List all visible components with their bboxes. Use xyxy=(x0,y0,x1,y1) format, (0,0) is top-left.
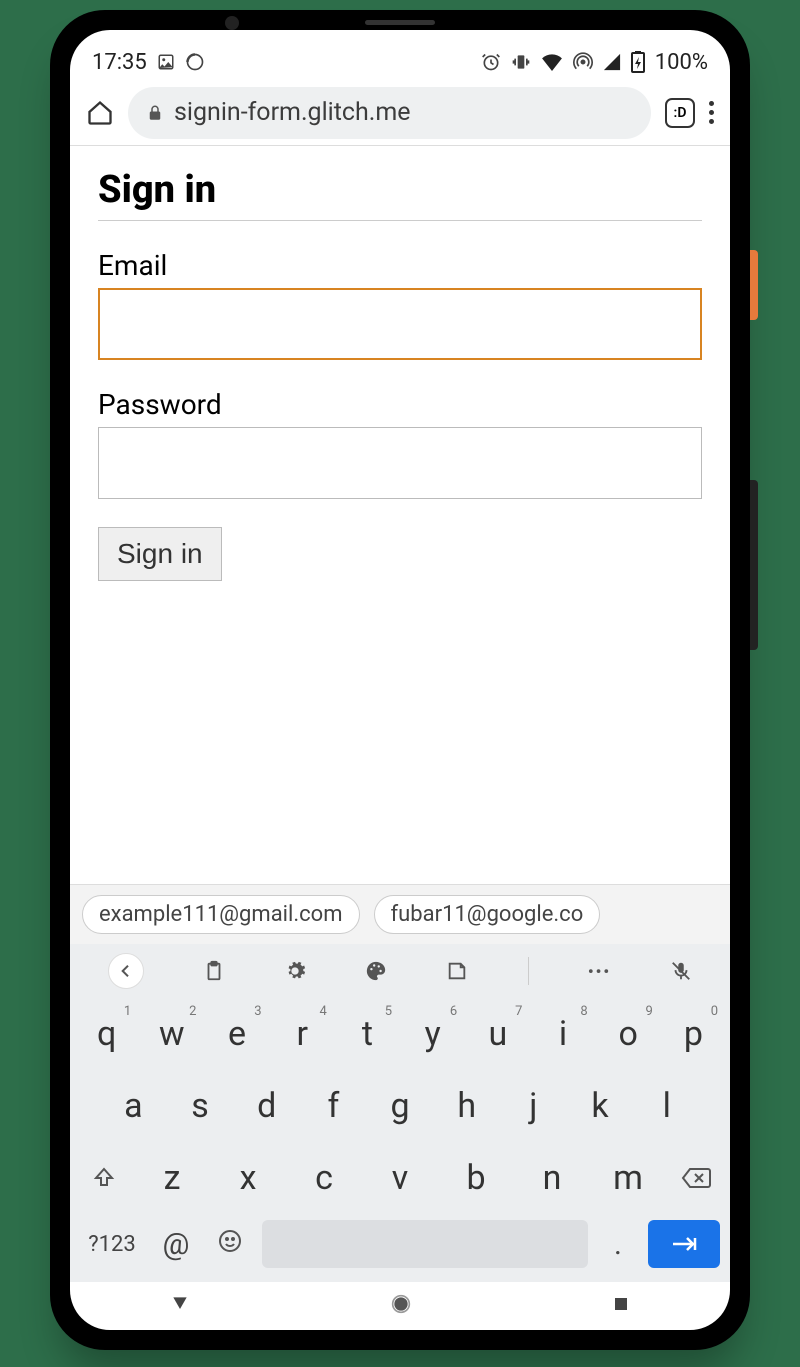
keyboard-toolbar: ••• xyxy=(70,944,730,998)
email-label: Email xyxy=(98,249,702,282)
kb-back-icon[interactable] xyxy=(108,953,144,989)
password-field[interactable] xyxy=(98,427,702,499)
url-bar[interactable]: signin-form.glitch.me xyxy=(128,87,651,139)
key-v[interactable]: v xyxy=(362,1146,438,1210)
suggestion-chip[interactable]: example111@gmail.com xyxy=(82,895,360,934)
soft-keyboard: ••• q1w2e3r4t5y6u7i8o9p0 asdfghjkl zxcvb… xyxy=(70,944,730,1282)
keyboard-row: asdfghjkl xyxy=(70,1070,730,1142)
battery-icon xyxy=(631,51,645,73)
backspace-key[interactable] xyxy=(666,1152,726,1204)
vibrate-icon xyxy=(511,52,531,72)
system-nav-bar xyxy=(70,1282,730,1330)
signin-button[interactable]: Sign in xyxy=(98,527,222,581)
key-a[interactable]: a xyxy=(100,1074,167,1138)
key-z[interactable]: z xyxy=(134,1146,210,1210)
at-key[interactable]: @ xyxy=(154,1227,198,1262)
lock-icon xyxy=(146,103,164,123)
password-label: Password xyxy=(98,388,702,421)
key-q[interactable]: q1 xyxy=(74,1002,139,1066)
key-e[interactable]: e3 xyxy=(204,1002,269,1066)
symbols-key[interactable]: ?123 xyxy=(80,1232,144,1257)
status-bar: 17:35 xyxy=(70,30,730,80)
home-icon[interactable] xyxy=(86,99,114,127)
clipboard-icon[interactable] xyxy=(203,960,225,982)
key-c[interactable]: c xyxy=(286,1146,362,1210)
alarm-icon xyxy=(481,52,501,72)
status-time: 17:35 xyxy=(92,50,147,75)
nav-recents-icon[interactable] xyxy=(612,1295,630,1317)
key-o[interactable]: o9 xyxy=(596,1002,661,1066)
page-content: Sign in Email Password Sign in xyxy=(70,146,730,884)
keyboard-row: zxcvbnm xyxy=(70,1142,730,1214)
enter-key[interactable] xyxy=(648,1220,720,1268)
key-m[interactable]: m xyxy=(590,1146,666,1210)
autofill-suggestions: example111@gmail.com fubar11@google.co xyxy=(70,884,730,944)
image-icon xyxy=(157,53,175,71)
key-d[interactable]: d xyxy=(233,1074,300,1138)
key-k[interactable]: k xyxy=(567,1074,634,1138)
wifi-icon xyxy=(541,53,563,71)
key-p[interactable]: p0 xyxy=(661,1002,726,1066)
gear-icon[interactable] xyxy=(284,960,306,982)
key-b[interactable]: b xyxy=(438,1146,514,1210)
menu-icon[interactable] xyxy=(709,101,714,124)
palette-icon[interactable] xyxy=(365,960,387,982)
period-key[interactable]: . xyxy=(598,1227,638,1262)
key-u[interactable]: u7 xyxy=(465,1002,530,1066)
key-s[interactable]: s xyxy=(167,1074,234,1138)
battery-percent: 100% xyxy=(655,50,708,75)
signal-icon xyxy=(603,53,621,71)
key-x[interactable]: x xyxy=(210,1146,286,1210)
url-text: signin-form.glitch.me xyxy=(174,98,411,127)
shift-key[interactable] xyxy=(74,1152,134,1204)
key-n[interactable]: n xyxy=(514,1146,590,1210)
key-w[interactable]: w2 xyxy=(139,1002,204,1066)
key-t[interactable]: t5 xyxy=(335,1002,400,1066)
page-title: Sign in xyxy=(98,168,702,221)
tab-switcher[interactable]: :D xyxy=(665,98,695,128)
nav-back-icon[interactable] xyxy=(170,1294,190,1318)
key-f[interactable]: f xyxy=(300,1074,367,1138)
data-saver-icon xyxy=(185,52,205,72)
mic-off-icon[interactable] xyxy=(670,960,692,982)
email-field[interactable] xyxy=(98,288,702,360)
sticker-icon[interactable] xyxy=(446,960,468,982)
hotspot-icon xyxy=(573,52,593,72)
key-i[interactable]: i8 xyxy=(530,1002,595,1066)
browser-toolbar: signin-form.glitch.me :D xyxy=(70,80,730,146)
nav-home-icon[interactable] xyxy=(391,1294,411,1318)
emoji-key[interactable] xyxy=(208,1229,252,1260)
keyboard-row: ?123 @ . xyxy=(70,1214,730,1278)
suggestion-chip[interactable]: fubar11@google.co xyxy=(374,895,601,934)
space-key[interactable] xyxy=(262,1220,588,1268)
key-l[interactable]: l xyxy=(633,1074,700,1138)
key-g[interactable]: g xyxy=(367,1074,434,1138)
more-icon[interactable]: ••• xyxy=(588,962,611,981)
key-j[interactable]: j xyxy=(500,1074,567,1138)
key-r[interactable]: r4 xyxy=(270,1002,335,1066)
keyboard-row: q1w2e3r4t5y6u7i8o9p0 xyxy=(70,998,730,1070)
key-h[interactable]: h xyxy=(433,1074,500,1138)
key-y[interactable]: y6 xyxy=(400,1002,465,1066)
